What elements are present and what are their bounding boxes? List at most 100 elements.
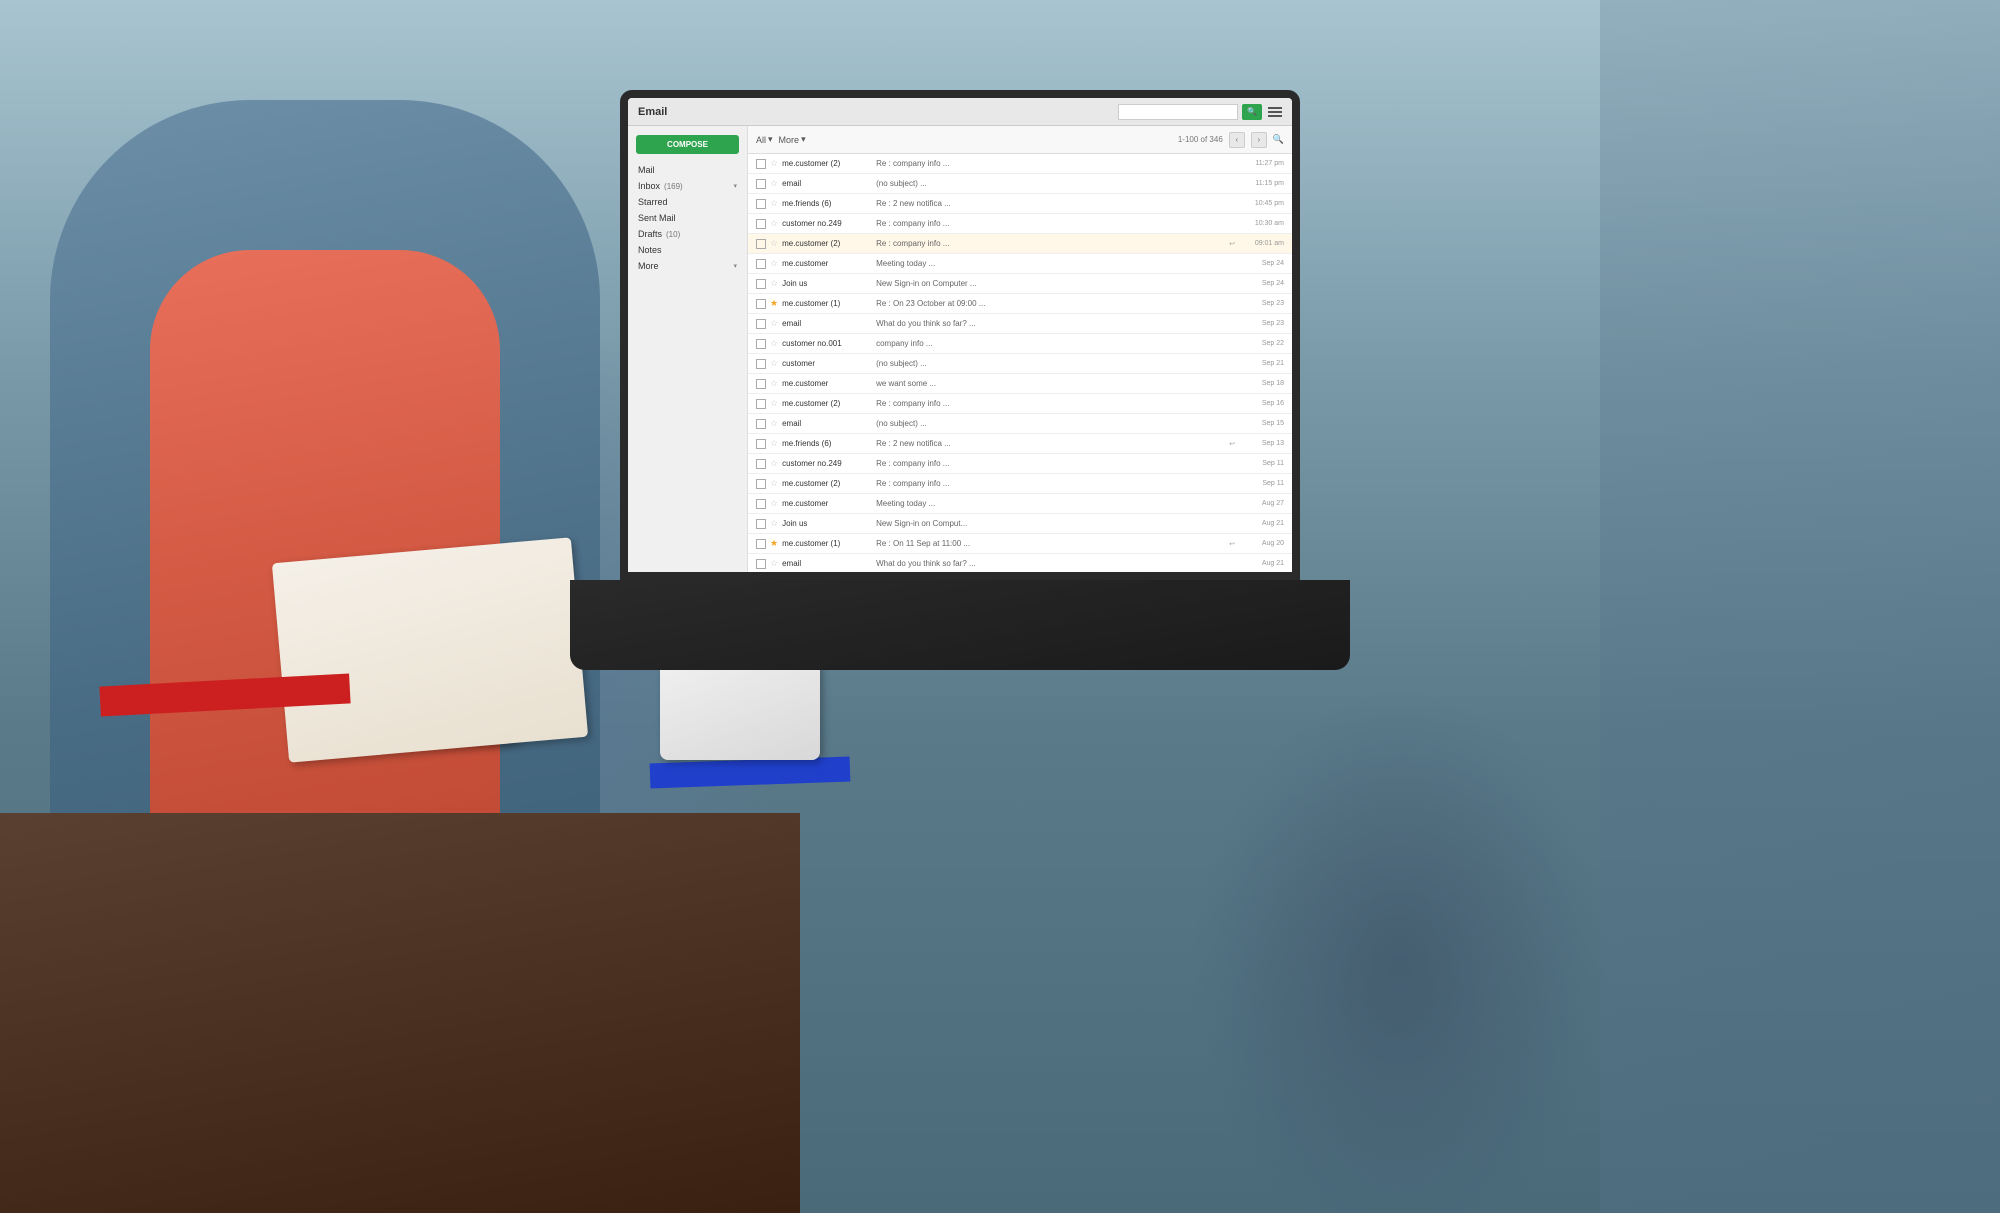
sidebar-item-more[interactable]: More ▾ xyxy=(628,258,747,274)
email-row[interactable]: ☆ me.customer (2) Re : company info ... … xyxy=(748,234,1292,254)
email-checkbox[interactable] xyxy=(756,399,766,409)
email-star[interactable]: ☆ xyxy=(770,458,778,469)
email-subject: (no subject) ... xyxy=(876,419,1235,428)
email-checkbox[interactable] xyxy=(756,299,766,309)
email-checkbox[interactable] xyxy=(756,259,766,269)
email-sender: me.friends (6) xyxy=(782,199,872,208)
email-row[interactable]: ☆ customer (no subject) ... Sep 21 xyxy=(748,354,1292,374)
email-subject: Re : On 11 Sep at 11:00 ... xyxy=(876,539,1225,548)
chevron-icon: ▾ xyxy=(733,262,737,270)
email-star[interactable]: ☆ xyxy=(770,278,778,289)
nav-prev-button[interactable]: ‹ xyxy=(1229,132,1245,148)
search-toolbar-icon[interactable]: 🔍 xyxy=(1273,134,1284,145)
email-star[interactable]: ☆ xyxy=(770,478,778,489)
nav-next-button[interactable]: › xyxy=(1251,132,1267,148)
email-time: Aug 20 xyxy=(1239,540,1284,547)
email-star[interactable]: ☆ xyxy=(770,418,778,429)
email-star[interactable]: ★ xyxy=(770,538,778,549)
email-star[interactable]: ☆ xyxy=(770,258,778,269)
email-row[interactable]: ☆ me.friends (6) Re : 2 new notifica ...… xyxy=(748,194,1292,214)
email-star[interactable]: ☆ xyxy=(770,158,778,169)
chevron-down-icon-more: ▾ xyxy=(801,134,806,145)
email-row[interactable]: ☆ email (no subject) ... 11:15 pm xyxy=(748,174,1292,194)
email-row[interactable]: ☆ me.customer (2) Re : company info ... … xyxy=(748,474,1292,494)
email-time: Aug 27 xyxy=(1239,500,1284,507)
email-row[interactable]: ★ me.customer (1) Re : On 11 Sep at 11:0… xyxy=(748,534,1292,554)
email-star[interactable]: ☆ xyxy=(770,438,778,449)
compose-button[interactable]: COMPOSE xyxy=(636,135,739,154)
email-checkbox[interactable] xyxy=(756,279,766,289)
search-button[interactable]: 🔍 xyxy=(1242,104,1262,120)
email-row[interactable]: ☆ email What do you think so far? ... Se… xyxy=(748,314,1292,334)
email-checkbox[interactable] xyxy=(756,359,766,369)
email-sender: customer no.249 xyxy=(782,219,872,228)
email-row[interactable]: ☆ me.customer Meeting today ... Aug 27 xyxy=(748,494,1292,514)
email-star[interactable]: ★ xyxy=(770,298,778,309)
white-device xyxy=(660,660,820,760)
email-star[interactable]: ☆ xyxy=(770,178,778,189)
email-row[interactable]: ☆ Join us New Sign-in on Computer ... Se… xyxy=(748,274,1292,294)
email-subject: Re : company info ... xyxy=(876,239,1225,248)
email-checkbox[interactable] xyxy=(756,559,766,569)
email-checkbox[interactable] xyxy=(756,239,766,249)
email-star[interactable]: ☆ xyxy=(770,558,778,569)
sidebar-item-notes[interactable]: Notes xyxy=(628,242,747,258)
email-time: Sep 11 xyxy=(1239,480,1284,487)
email-row[interactable]: ☆ me.customer (2) Re : company info ... … xyxy=(748,394,1292,414)
email-row[interactable]: ☆ customer no.001 company info ... Sep 2… xyxy=(748,334,1292,354)
email-star[interactable]: ☆ xyxy=(770,398,778,409)
email-row[interactable]: ☆ email (no subject) ... Sep 15 xyxy=(748,414,1292,434)
email-checkbox[interactable] xyxy=(756,379,766,389)
email-checkbox[interactable] xyxy=(756,459,766,469)
email-checkbox[interactable] xyxy=(756,539,766,549)
email-checkbox[interactable] xyxy=(756,479,766,489)
email-row[interactable]: ★ me.customer (1) Re : On 23 October at … xyxy=(748,294,1292,314)
filter-all-button[interactable]: All ▾ xyxy=(756,134,773,145)
email-star[interactable]: ☆ xyxy=(770,498,778,509)
email-sidebar: COMPOSE Mail Inbox (169) ▾ Starred Sent … xyxy=(628,126,748,572)
filter-more-button[interactable]: More ▾ xyxy=(779,134,806,145)
email-star[interactable]: ☆ xyxy=(770,238,778,249)
email-star[interactable]: ☆ xyxy=(770,218,778,229)
email-time: Aug 21 xyxy=(1239,560,1284,567)
email-row[interactable]: ☆ me.customer Meeting today ... Sep 24 xyxy=(748,254,1292,274)
email-checkbox[interactable] xyxy=(756,199,766,209)
sidebar-item-starred[interactable]: Starred xyxy=(628,194,747,210)
email-sender: email xyxy=(782,179,872,188)
email-checkbox[interactable] xyxy=(756,319,766,329)
email-checkbox[interactable] xyxy=(756,159,766,169)
email-time: Sep 18 xyxy=(1239,380,1284,387)
email-star[interactable]: ☆ xyxy=(770,318,778,329)
email-checkbox[interactable] xyxy=(756,219,766,229)
search-input[interactable] xyxy=(1118,104,1238,120)
email-star[interactable]: ☆ xyxy=(770,338,778,349)
sidebar-item-sent-mail[interactable]: Sent Mail xyxy=(628,210,747,226)
email-star[interactable]: ☆ xyxy=(770,198,778,209)
email-row[interactable]: ☆ customer no.249 Re : company info ... … xyxy=(748,214,1292,234)
sidebar-item-inbox[interactable]: Inbox (169) ▾ xyxy=(628,178,747,194)
email-checkbox[interactable] xyxy=(756,519,766,529)
email-row[interactable]: ☆ me.customer we want some ... Sep 18 xyxy=(748,374,1292,394)
email-checkbox[interactable] xyxy=(756,439,766,449)
email-subject: Re : company info ... xyxy=(876,479,1235,488)
email-subject: What do you think so far? ... xyxy=(876,559,1235,568)
email-checkbox[interactable] xyxy=(756,419,766,429)
hamburger-menu[interactable] xyxy=(1268,107,1282,117)
email-checkbox[interactable] xyxy=(756,499,766,509)
email-subject: Re : 2 new notifica ... xyxy=(876,439,1225,448)
email-subject: What do you think so far? ... xyxy=(876,319,1235,328)
email-star[interactable]: ☆ xyxy=(770,518,778,529)
email-row[interactable]: ☆ email What do you think so far? ... Au… xyxy=(748,554,1292,572)
email-row[interactable]: ☆ me.friends (6) Re : 2 new notifica ...… xyxy=(748,434,1292,454)
email-row[interactable]: ☆ me.customer (2) Re : company info ... … xyxy=(748,154,1292,174)
email-star[interactable]: ☆ xyxy=(770,358,778,369)
email-checkbox[interactable] xyxy=(756,339,766,349)
email-row[interactable]: ☆ customer no.249 Re : company info ... … xyxy=(748,454,1292,474)
email-subject: New Sign-in on Comput... xyxy=(876,519,1235,528)
sidebar-item-mail[interactable]: Mail xyxy=(628,162,747,178)
email-checkbox[interactable] xyxy=(756,179,766,189)
sidebar-item-drafts[interactable]: Drafts (10) xyxy=(628,226,747,242)
email-row[interactable]: ☆ Join us New Sign-in on Comput... Aug 2… xyxy=(748,514,1292,534)
person-right-background xyxy=(1600,0,2000,1213)
email-star[interactable]: ☆ xyxy=(770,378,778,389)
